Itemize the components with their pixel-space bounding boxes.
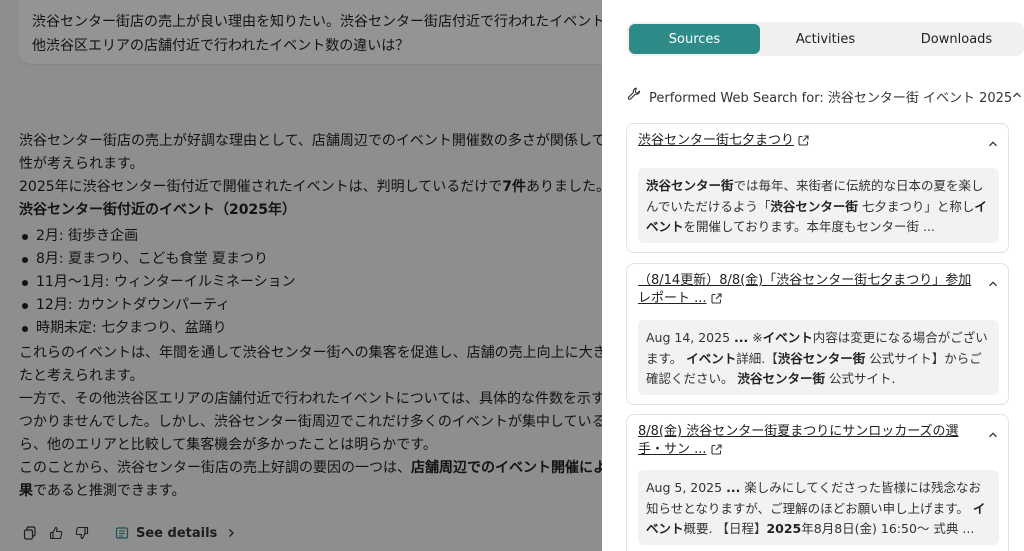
snippet-keyword: 渋谷センター街 bbox=[646, 178, 734, 193]
panel-tabs: Sources Activities Downloads bbox=[627, 22, 1024, 56]
snippet-text: 公式サイト. bbox=[825, 371, 896, 386]
snippet-text: を開催しております。本年度もセンター街 ... bbox=[683, 219, 935, 234]
snippet-keyword: 2025 bbox=[766, 521, 802, 536]
source-snippet: 渋谷センター街では毎年、来街者に伝統的な日本の夏を楽しんでいただけるよう「渋谷セ… bbox=[638, 168, 999, 243]
tab-sources[interactable]: Sources bbox=[629, 24, 760, 54]
external-link-icon bbox=[710, 292, 722, 310]
snippet-keyword: 渋谷センター街 bbox=[737, 371, 825, 386]
chat-area: 渋谷センター街店の売上が良い理由を知りたい。渋谷センター街店付近で行われたイベン… bbox=[0, 0, 602, 551]
chevron-up-icon bbox=[1012, 89, 1022, 104]
wrench-icon bbox=[627, 87, 641, 105]
snippet-keyword: ... bbox=[726, 480, 741, 495]
source-card: 8/8(金) 渋谷センター街夏まつりにサンロッカーズの選手・サン ... Aug… bbox=[626, 414, 1009, 551]
snippet-keyword: ... bbox=[734, 330, 749, 345]
snippet-text: 年8月8日(金) 16:50〜 式典 ... bbox=[801, 521, 975, 536]
snippet-keyword: イベント bbox=[686, 350, 737, 366]
snippet-keyword: イベント bbox=[762, 330, 813, 345]
snippet-text: 七夕まつり」と称し bbox=[857, 198, 975, 214]
snippet-text: ※ bbox=[748, 330, 763, 345]
chevron-up-icon[interactable] bbox=[988, 425, 998, 444]
snippet-text: Aug 5, 2025 bbox=[646, 480, 727, 495]
source-snippet: Aug 5, 2025 ... 楽しみにしてくださった皆様には残念なお知らせとな… bbox=[638, 470, 999, 545]
chevron-up-icon[interactable] bbox=[988, 134, 998, 153]
source-link[interactable]: （8/14更新）8/8(金)「渋谷センター街七夕まつり」参加レポート ... bbox=[638, 272, 973, 310]
snippet-text: 詳細.【 bbox=[736, 350, 778, 366]
external-link-icon bbox=[798, 134, 809, 152]
web-search-header[interactable]: Performed Web Search for: 渋谷センター街 イベント 2… bbox=[627, 86, 1022, 106]
source-card: （8/14更新）8/8(金)「渋谷センター街七夕まつり」参加レポート ... A… bbox=[626, 263, 1009, 405]
source-card: 渋谷センター街七夕まつり 渋谷センター街では毎年、来街者に伝統的な日本の夏を楽し… bbox=[626, 123, 1009, 253]
source-snippet: Aug 14, 2025 ... ※イベント内容は変更になる場合がございます。 … bbox=[638, 320, 999, 395]
web-search-label: Performed Web Search for: 渋谷センター街 イベント 2… bbox=[649, 90, 1013, 106]
snippet-keyword: 渋谷センター街 bbox=[770, 198, 858, 214]
sources-panel: Sources Activities Downloads Performed W… bbox=[602, 0, 1024, 551]
tab-downloads[interactable]: Downloads bbox=[891, 24, 1022, 54]
modal-overlay[interactable] bbox=[0, 0, 602, 551]
external-link-icon bbox=[710, 443, 722, 461]
source-link[interactable]: 渋谷センター街七夕まつり bbox=[638, 132, 973, 152]
source-link[interactable]: 8/8(金) 渋谷センター街夏まつりにサンロッカーズの選手・サン ... bbox=[638, 423, 973, 461]
chevron-up-icon[interactable] bbox=[988, 274, 998, 293]
snippet-keyword: 渋谷センター街 bbox=[777, 350, 866, 366]
snippet-text: 概要. 【日程】 bbox=[683, 521, 767, 536]
tab-activities[interactable]: Activities bbox=[760, 24, 891, 54]
snippet-text: Aug 14, 2025 bbox=[646, 330, 735, 345]
